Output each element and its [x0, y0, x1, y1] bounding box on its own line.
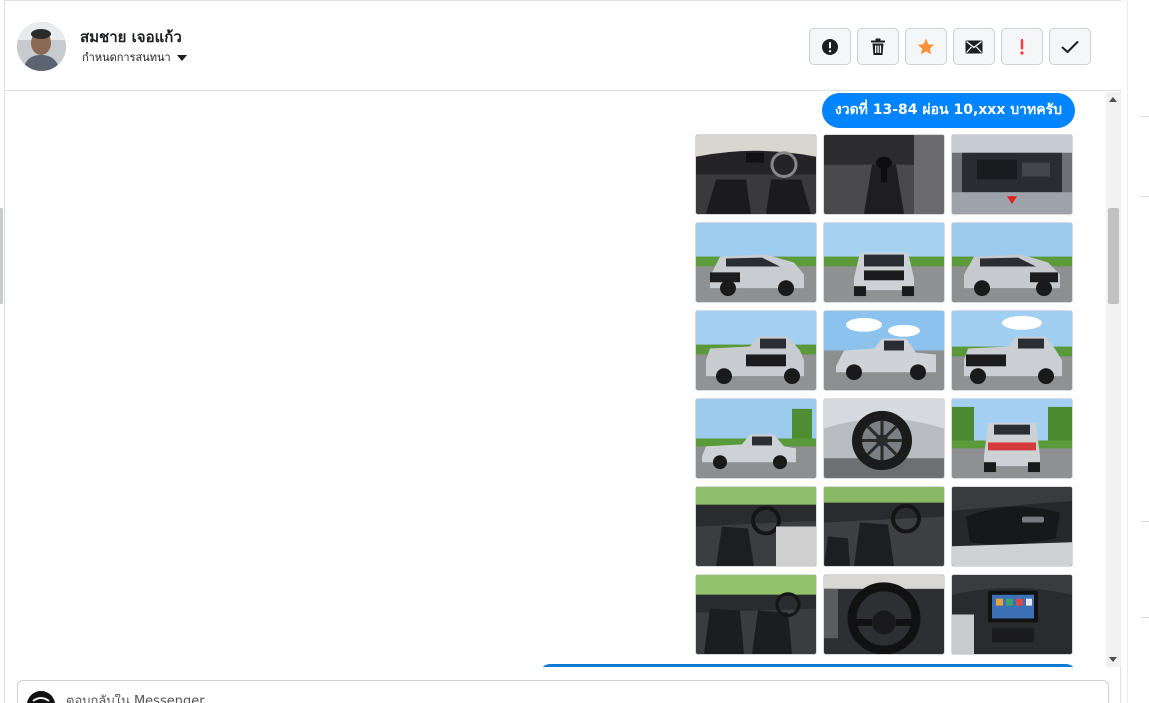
divider: [1141, 116, 1149, 117]
photo-thumbnail-side[interactable]: [695, 398, 817, 479]
delete-button[interactable]: [857, 28, 899, 65]
divider: [1127, 0, 1128, 703]
pickup-truck-icon: [696, 399, 816, 478]
photo-thumbnail-rear[interactable]: [951, 398, 1073, 479]
car-seats-icon: [824, 487, 944, 566]
divider: [1141, 196, 1149, 197]
photo-thumbnail-gear-shifter[interactable]: [823, 134, 945, 215]
photo-thumbnail-wheel[interactable]: [823, 398, 945, 479]
pickup-truck-icon: [696, 223, 816, 302]
avatar-photo-icon: [17, 22, 66, 71]
photo-thumbnail-engine-bay[interactable]: [951, 134, 1073, 215]
mark-unread-button[interactable]: [953, 28, 995, 65]
engine-bay-icon: [952, 135, 1072, 214]
important-button[interactable]: [1001, 28, 1043, 65]
envelope-icon: [965, 40, 983, 53]
conversation-panel: สมชาย เจอแก้ว กำหนดการสนทนา งวดที่ 13-84…: [4, 0, 1121, 703]
car-interior-dashboard-icon: [696, 135, 816, 214]
exclamation-icon: [1020, 38, 1024, 55]
divider: [1141, 521, 1149, 522]
door-panel-icon: [952, 487, 1072, 566]
reply-composer: [17, 680, 1109, 703]
photo-thumbnail-front[interactable]: [823, 222, 945, 303]
done-button[interactable]: [1049, 28, 1091, 65]
pickup-truck-icon: [696, 311, 816, 390]
photo-thumbnail-side[interactable]: [823, 310, 945, 391]
left-panel-handle[interactable]: [0, 208, 3, 304]
right-sidebar-edge: [1121, 0, 1149, 703]
caret-down-icon: [176, 54, 187, 61]
photo-thumbnail-door-panel[interactable]: [951, 486, 1073, 567]
steering-wheel-icon: [824, 575, 944, 654]
photo-thumbnail-front-seats[interactable]: [823, 486, 945, 567]
reply-input[interactable]: [66, 694, 966, 703]
scroll-down-arrow-icon[interactable]: [1109, 657, 1117, 662]
assign-conversation-label: กำหนดการสนทนา: [82, 51, 171, 64]
car-seats-icon: [696, 575, 816, 654]
avatar[interactable]: [17, 22, 66, 71]
messenger-inbox-window: สมชาย เจอแก้ว กำหนดการสนทนา งวดที่ 13-84…: [0, 0, 1149, 703]
pickup-truck-icon: [952, 311, 1072, 390]
pickup-truck-icon: [824, 223, 944, 302]
conversation-toolbar: [809, 28, 1091, 65]
page-avatar: [27, 691, 55, 703]
divider: [1141, 617, 1149, 618]
check-icon: [1061, 40, 1079, 53]
pickup-truck-icon: [952, 399, 1072, 478]
photo-thumbnail-front-three-quarter[interactable]: [951, 222, 1073, 303]
photo-thumbnail-rear-three-quarter[interactable]: [695, 310, 817, 391]
trash-icon: [871, 38, 885, 55]
exclamation-circle-icon: [822, 38, 838, 55]
report-button[interactable]: [809, 28, 851, 65]
star-button[interactable]: [905, 28, 947, 65]
contact-name[interactable]: สมชาย เจอแก้ว: [80, 25, 182, 49]
photo-thumbnail-front-seats[interactable]: [695, 486, 817, 567]
car-seats-icon: [696, 487, 816, 566]
conversation-scrollbar[interactable]: [1106, 92, 1121, 667]
photo-thumbnail-front-three-quarter[interactable]: [695, 222, 817, 303]
assign-conversation-dropdown[interactable]: กำหนดการสนทนา: [82, 48, 187, 66]
photo-thumbnail-front-seats[interactable]: [695, 574, 817, 655]
photo-thumbnail-rear-three-quarter[interactable]: [951, 310, 1073, 391]
scroll-up-arrow-icon[interactable]: [1109, 97, 1117, 102]
conversation-header: สมชาย เจอแก้ว กำหนดการสนทนา: [5, 0, 1121, 91]
photo-attachment-grid: [695, 134, 1073, 655]
scrollbar-thumb[interactable]: [1108, 208, 1119, 304]
photo-thumbnail-steering-wheel[interactable]: [823, 574, 945, 655]
photo-thumbnail-interior-dashboard[interactable]: [695, 134, 817, 215]
message-bubble-next[interactable]: [540, 664, 1076, 667]
photo-thumbnail-infotainment[interactable]: [951, 574, 1073, 655]
message-thread[interactable]: งวดที่ 13-84 ผ่อน 10,xxx บาทครับ: [5, 92, 1105, 667]
gear-shifter-icon: [824, 135, 944, 214]
pickup-truck-icon: [952, 223, 1072, 302]
wheel-icon: [824, 399, 944, 478]
message-bubble[interactable]: งวดที่ 13-84 ผ่อน 10,xxx บาทครับ: [821, 93, 1075, 128]
pickup-truck-icon: [824, 311, 944, 390]
infotainment-screen-icon: [952, 575, 1072, 654]
page-logo-icon: [27, 691, 55, 703]
star-icon: [917, 38, 935, 54]
sidebar-dividers: [1137, 0, 1149, 703]
